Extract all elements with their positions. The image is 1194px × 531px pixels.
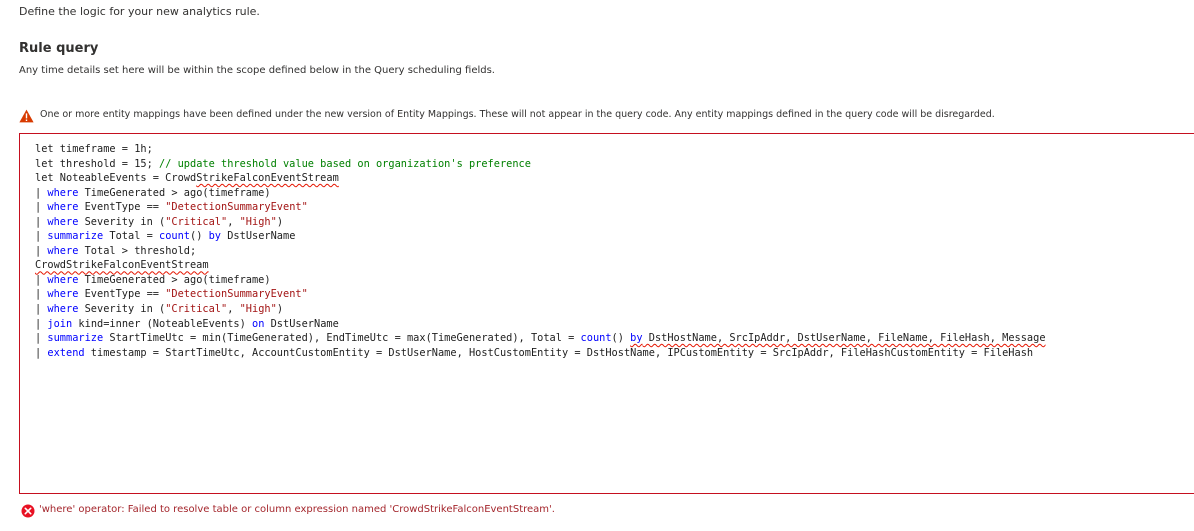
code-token: summarize <box>47 230 104 243</box>
code-token: "Critical" <box>165 303 228 316</box>
code-token: extend <box>47 346 85 359</box>
code-line: CrowdStrikeFalconEventStream <box>35 258 1046 273</box>
code-token: | <box>35 303 48 316</box>
code-token: where <box>47 273 79 286</box>
code-line: let timeframe = 1h; <box>35 142 1046 157</box>
code-token: join <box>47 317 73 330</box>
code-token: let threshold = 15; <box>35 157 159 170</box>
code-token: TimeGenerated > ago(timeframe) <box>78 186 271 199</box>
code-token: () <box>611 332 631 345</box>
code-token: "DetectionSummaryEvent" <box>165 288 308 301</box>
code-token: | <box>35 273 48 286</box>
code-token: on <box>252 317 265 330</box>
code-token: Total = <box>103 230 159 243</box>
code-token: | <box>35 288 48 301</box>
code-token: by <box>630 332 643 345</box>
code-token: // update threshold value based on organ… <box>159 157 531 170</box>
code-token: | <box>35 215 48 228</box>
code-token: DstUserName <box>264 317 339 330</box>
code-token: DstHostName, SrcIpAddr, DstUserName, Fil… <box>642 332 1046 345</box>
code-token: timestamp = StartTimeUtc, AccountCustomE… <box>84 346 1034 359</box>
code-token: Severity in ( <box>78 303 166 316</box>
code-line: | where EventType == "DetectionSummaryEv… <box>35 200 1046 215</box>
section-title: Rule query <box>19 41 99 56</box>
section-description: Any time details set here will be within… <box>19 65 495 76</box>
code-line: | where Severity in ("Critical", "High") <box>35 215 1046 230</box>
code-token: let NoteableEvents = Crowd <box>35 172 197 185</box>
code-token: | <box>35 244 48 257</box>
code-token: where <box>47 201 79 214</box>
code-line: | summarize StartTimeUtc = min(TimeGener… <box>35 331 1046 346</box>
code-line: | where TimeGenerated > ago(timeframe) <box>35 273 1046 288</box>
code-token: let timeframe = 1h; <box>35 143 153 155</box>
code-token: "Critical" <box>165 215 228 228</box>
code-token: "DetectionSummaryEvent" <box>165 201 308 214</box>
code-token: | <box>35 201 48 214</box>
code-token: () <box>190 230 209 243</box>
code-token: "High" <box>239 303 277 316</box>
intro-text: Define the logic for your new analytics … <box>19 5 260 18</box>
query-editor[interactable]: let timeframe = 1h; let threshold = 15; /… <box>19 133 1194 494</box>
code-line: | summarize Total = count() by DstUserNa… <box>35 229 1046 244</box>
code-token: | <box>35 346 48 359</box>
code-token: , <box>227 303 240 316</box>
code-token: EventType == <box>78 288 166 301</box>
warning-triangle-icon <box>19 108 34 122</box>
code-token: summarize <box>47 332 104 345</box>
code-token: | <box>35 332 48 345</box>
code-token: where <box>47 303 79 316</box>
code-token: where <box>47 215 79 228</box>
code-line: let NoteableEvents = CrowdStrikeFalconEv… <box>35 171 1046 186</box>
code-token: by <box>208 230 222 243</box>
query-code[interactable]: let timeframe = 1h; let threshold = 15; /… <box>35 142 1046 360</box>
code-token: EventType == <box>78 201 166 214</box>
entity-mapping-warning: One or more entity mappings have been de… <box>19 107 995 122</box>
code-token: DstUserName <box>221 230 296 243</box>
code-line: | where TimeGenerated > ago(timeframe) <box>35 186 1046 201</box>
code-token: | <box>35 186 48 199</box>
code-token: where <box>47 186 79 199</box>
code-line: let threshold = 15; // update threshold … <box>35 157 1046 172</box>
warning-message: One or more entity mappings have been de… <box>40 108 995 120</box>
code-token: "High" <box>239 215 277 228</box>
code-token: StrikeFalconEventStream <box>196 172 339 185</box>
code-token: Severity in ( <box>78 215 166 228</box>
code-token: , <box>227 215 240 228</box>
code-token: ) <box>276 303 284 316</box>
code-token: CrowdStrikeFalconEventStream <box>35 259 209 272</box>
code-token: StartTimeUtc = min(TimeGenerated), EndTi… <box>103 332 581 345</box>
code-token: where <box>47 244 79 257</box>
validation-error: 'where' operator: Failed to resolve tabl… <box>21 502 555 517</box>
code-line: | join kind=inner (NoteableEvents) on Ds… <box>35 317 1046 332</box>
code-token: | <box>35 230 48 243</box>
error-message: 'where' operator: Failed to resolve tabl… <box>39 503 555 515</box>
code-line: | where Severity in ("Critical", "High") <box>35 302 1046 317</box>
code-token: kind=inner (NoteableEvents) <box>72 317 252 330</box>
code-token: | <box>35 317 48 330</box>
code-line: | extend timestamp = StartTimeUtc, Accou… <box>35 346 1046 361</box>
code-token: count <box>580 332 612 345</box>
code-token: TimeGenerated > ago(timeframe) <box>78 273 271 286</box>
code-token: where <box>47 288 79 301</box>
code-line: | where Total > threshold; <box>35 244 1046 259</box>
error-circle-icon <box>21 503 35 517</box>
code-token: count <box>159 230 190 243</box>
code-line: | where EventType == "DetectionSummaryEv… <box>35 287 1046 302</box>
code-token: ) <box>276 215 284 228</box>
code-token: Total > threshold; <box>78 244 197 257</box>
